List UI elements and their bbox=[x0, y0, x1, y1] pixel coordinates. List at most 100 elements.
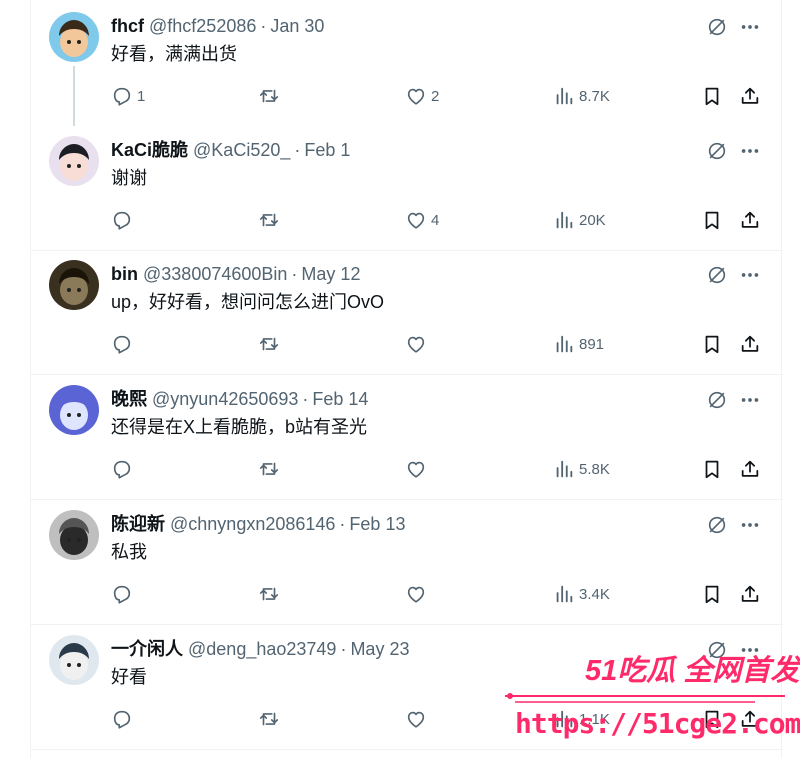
bookmark-icon bbox=[701, 85, 723, 107]
tweet-text: 还得是在X上看脆脆，b站有圣光 bbox=[111, 417, 368, 437]
display-name[interactable]: bin bbox=[111, 264, 138, 284]
tweet-date[interactable]: Feb 14 bbox=[312, 389, 368, 409]
avatar[interactable] bbox=[49, 260, 99, 310]
reply-count: 1 bbox=[137, 87, 146, 105]
tweet-header: bin @3380074600Bin · May 12 bbox=[111, 262, 360, 286]
views-button[interactable]: 891 bbox=[553, 332, 604, 356]
views-button[interactable]: 5.8K bbox=[553, 457, 610, 481]
more-icon[interactable] bbox=[739, 140, 761, 162]
user-handle[interactable]: @ynyun42650693 bbox=[152, 389, 298, 409]
views-button[interactable]: 20K bbox=[553, 208, 606, 232]
like-count: 2 bbox=[431, 87, 440, 105]
reply-button[interactable] bbox=[111, 582, 133, 606]
watermark-title: 51吃瓜 全网首发 bbox=[585, 655, 800, 687]
avatar[interactable] bbox=[49, 136, 99, 186]
more-icon[interactable] bbox=[739, 16, 761, 38]
display-name[interactable]: 一介闲人 bbox=[111, 639, 183, 659]
tweet-separator bbox=[31, 624, 783, 625]
share-button[interactable] bbox=[739, 332, 761, 356]
dot-separator: · bbox=[260, 16, 267, 36]
avatar[interactable] bbox=[49, 635, 99, 685]
reply-icon bbox=[111, 85, 133, 107]
retweet-button[interactable] bbox=[258, 84, 280, 108]
grok-icon[interactable] bbox=[706, 264, 728, 286]
share-icon bbox=[739, 333, 761, 355]
reply-tweet[interactable]: fhcf @fhcf252086 · Jan 30 好看，满满出货 1 2 8.7K bbox=[31, 8, 783, 128]
more-icon[interactable] bbox=[739, 514, 761, 536]
watermark: 51吃瓜 全网首发 https://51cge2.com bbox=[505, 645, 800, 745]
display-name[interactable]: 陈迎新 bbox=[111, 514, 165, 534]
bookmark-button[interactable] bbox=[701, 457, 723, 481]
dot-separator: · bbox=[294, 140, 301, 160]
avatar[interactable] bbox=[49, 385, 99, 435]
retweet-button[interactable] bbox=[258, 582, 280, 606]
share-button[interactable] bbox=[739, 582, 761, 606]
reply-icon bbox=[111, 333, 133, 355]
views-button[interactable]: 3.4K bbox=[553, 582, 610, 606]
tweet-date[interactable]: Feb 1 bbox=[304, 140, 350, 160]
bookmark-button[interactable] bbox=[701, 208, 723, 232]
retweet-button[interactable] bbox=[258, 332, 280, 356]
display-name[interactable]: 晚熙 bbox=[111, 389, 147, 409]
watermark-url: https://51cge2.com bbox=[515, 707, 800, 740]
reply-button[interactable] bbox=[111, 208, 133, 232]
views-icon bbox=[553, 209, 575, 231]
avatar[interactable] bbox=[49, 12, 99, 62]
reply-button[interactable]: 1 bbox=[111, 84, 145, 108]
grok-icon[interactable] bbox=[706, 16, 728, 38]
dot-separator: · bbox=[339, 514, 346, 534]
display-name[interactable]: fhcf bbox=[111, 16, 144, 36]
retweet-button[interactable] bbox=[258, 707, 280, 731]
tweet-date[interactable]: Feb 13 bbox=[349, 514, 405, 534]
like-button[interactable] bbox=[405, 707, 427, 731]
reply-button[interactable] bbox=[111, 707, 133, 731]
like-button[interactable]: 4 bbox=[405, 208, 439, 232]
bookmark-button[interactable] bbox=[701, 582, 723, 606]
like-button[interactable] bbox=[405, 332, 427, 356]
tweet-date[interactable]: May 23 bbox=[350, 639, 409, 659]
more-icon[interactable] bbox=[739, 264, 761, 286]
views-button[interactable]: 8.7K bbox=[553, 84, 610, 108]
retweet-button[interactable] bbox=[258, 457, 280, 481]
grok-icon[interactable] bbox=[706, 389, 728, 411]
reply-button[interactable] bbox=[111, 332, 133, 356]
tweet-text: 谢谢 bbox=[111, 168, 147, 188]
tweet-header: 一介闲人 @deng_hao23749 · May 23 bbox=[111, 637, 409, 661]
more-icon[interactable] bbox=[739, 389, 761, 411]
bookmark-icon bbox=[701, 333, 723, 355]
reply-icon bbox=[111, 583, 133, 605]
bookmark-button[interactable] bbox=[701, 84, 723, 108]
display-name[interactable]: KaCi脆脆 bbox=[111, 140, 188, 160]
reply-tweet[interactable]: 晚熙 @ynyun42650693 · Feb 14 还得是在X上看脆脆，b站有圣光 5… bbox=[31, 381, 783, 501]
reply-tweet[interactable]: 陈迎新 @chnyngxn2086146 · Feb 13 私我 3.4K bbox=[31, 506, 783, 626]
views-count: 5.8K bbox=[579, 460, 610, 478]
like-button[interactable] bbox=[405, 457, 427, 481]
user-handle[interactable]: @3380074600Bin bbox=[143, 264, 287, 284]
reply-tweet[interactable]: bin @3380074600Bin · May 12 up，好好看，想问问怎么进门O… bbox=[31, 256, 783, 376]
like-button[interactable]: 2 bbox=[405, 84, 439, 108]
tweet-date[interactable]: May 12 bbox=[301, 264, 360, 284]
avatar[interactable] bbox=[49, 510, 99, 560]
tweet-date[interactable]: Jan 30 bbox=[270, 16, 324, 36]
views-count: 20K bbox=[579, 211, 606, 229]
user-handle[interactable]: @deng_hao23749 bbox=[188, 639, 336, 659]
share-icon bbox=[739, 209, 761, 231]
views-count: 8.7K bbox=[579, 87, 610, 105]
bookmark-button[interactable] bbox=[701, 332, 723, 356]
grok-icon[interactable] bbox=[706, 514, 728, 536]
share-button[interactable] bbox=[739, 84, 761, 108]
retweet-button[interactable] bbox=[258, 208, 280, 232]
share-button[interactable] bbox=[739, 208, 761, 232]
user-handle[interactable]: @fhcf252086 bbox=[149, 16, 256, 36]
grok-icon[interactable] bbox=[706, 140, 728, 162]
reply-tweet[interactable]: KaCi脆脆 @KaCi520_ · Feb 1 谢谢 4 20K bbox=[31, 132, 783, 252]
user-handle[interactable]: @chnyngxn2086146 bbox=[170, 514, 335, 534]
heart-icon bbox=[405, 209, 427, 231]
reply-button[interactable] bbox=[111, 457, 133, 481]
user-handle[interactable]: @KaCi520_ bbox=[193, 140, 290, 160]
tweet-text: up，好好看，想问问怎么进门OvO bbox=[111, 292, 385, 312]
tweet-header: 陈迎新 @chnyngxn2086146 · Feb 13 bbox=[111, 512, 405, 536]
bookmark-icon bbox=[701, 209, 723, 231]
like-button[interactable] bbox=[405, 582, 427, 606]
share-button[interactable] bbox=[739, 457, 761, 481]
